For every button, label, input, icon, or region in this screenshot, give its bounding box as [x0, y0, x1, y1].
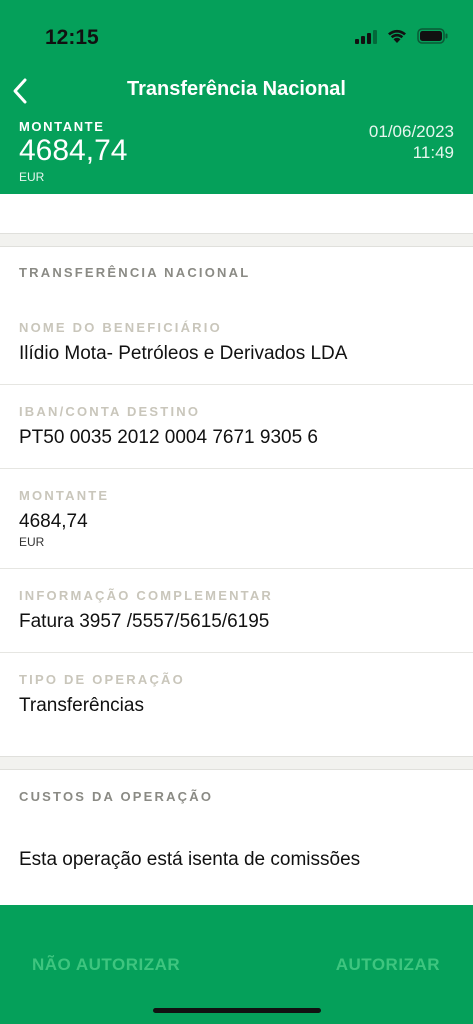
amount-label: MONTANTE — [19, 488, 110, 503]
summary-date: 01/06/2023 — [368, 122, 454, 141]
iban-label: IBAN/CONTA DESTINO — [19, 404, 201, 419]
operation-type-label: TIPO DE OPERAÇÃO — [19, 672, 185, 687]
divider — [0, 568, 473, 569]
status-icons — [355, 28, 449, 44]
beneficiary-label: NOME DO BENEFICIÁRIO — [19, 320, 222, 335]
costs-section-title: CUSTOS DA OPERAÇÃO — [19, 789, 214, 804]
reject-button[interactable]: NÃO AUTORIZAR — [32, 955, 180, 975]
amount-currency: EUR — [19, 535, 45, 549]
summary-currency: EUR — [19, 170, 45, 184]
divider — [0, 652, 473, 653]
summary-amount-label: MONTANTE — [19, 119, 105, 134]
info-value: Fatura 3957 /5557/5615/6195 — [19, 611, 270, 632]
divider — [0, 468, 473, 469]
section-separator — [0, 233, 473, 247]
iban-value: PT50 0035 2012 0004 7671 9305 6 — [19, 427, 318, 448]
section-separator — [0, 756, 473, 770]
summary-amount: 4684,74 — [19, 134, 128, 167]
transfer-section-title: TRANSFERÊNCIA NACIONAL — [19, 265, 251, 280]
battery-icon — [417, 28, 449, 44]
home-indicator — [153, 1008, 321, 1013]
status-time: 12:15 — [45, 26, 99, 49]
operation-type-value: Transferências — [19, 695, 144, 716]
costs-text: Esta operação está isenta de comissões — [19, 849, 361, 870]
header: 12:15 Transferência Nacional MONTANTE 46… — [0, 0, 473, 194]
wifi-icon — [386, 28, 408, 44]
beneficiary-value: Ilídio Mota- Petróleos e Derivados LDA — [19, 343, 348, 364]
approve-button[interactable]: AUTORIZAR — [336, 955, 440, 975]
amount-value: 4684,74 — [19, 511, 88, 532]
summary-time: 11:49 — [412, 143, 454, 162]
page-title: Transferência Nacional — [127, 78, 346, 100]
divider — [0, 384, 473, 385]
info-label: INFORMAÇÃO COMPLEMENTAR — [19, 588, 274, 603]
cellular-signal-icon — [355, 28, 377, 44]
